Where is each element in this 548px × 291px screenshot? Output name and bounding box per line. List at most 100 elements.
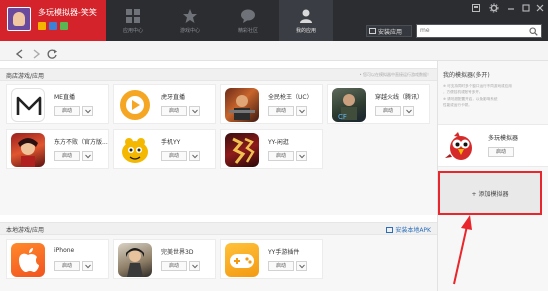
search-value: me: [420, 27, 430, 34]
app-card[interactable]: 东方不败（官方版... 启动: [6, 129, 109, 169]
more-options-dropdown[interactable]: [82, 151, 93, 161]
perfect-world-icon: [118, 243, 152, 277]
start-button[interactable]: 启动: [161, 151, 187, 161]
phone-badge-icon: [60, 22, 68, 30]
chevron-down-icon: [299, 154, 305, 159]
start-button[interactable]: 启动: [54, 261, 80, 271]
app-name: 虎牙直播: [161, 94, 186, 101]
app-card[interactable]: iPhone 启动: [6, 239, 109, 279]
user-brand-area[interactable]: 多玩模拟器-笑笑: [0, 0, 106, 41]
more-options-dropdown[interactable]: [189, 106, 200, 116]
level-badge-icon: [49, 22, 57, 30]
app-title: 多玩模拟器-笑笑: [38, 8, 97, 17]
panel-note: ，方便挂机或账号多开。: [443, 90, 483, 94]
emulator-start-button[interactable]: 启动: [488, 147, 514, 157]
tab-label: 我的应用: [295, 28, 316, 34]
app-card[interactable]: 手机YY 启动: [113, 129, 216, 169]
yy-xianguang-icon: [225, 133, 259, 167]
more-options-dropdown[interactable]: [296, 261, 307, 271]
emulator-window: 多玩模拟器-笑笑 应用中心 游戏中心 精彩社区 我的应用 安装应用 me 商店游…: [0, 0, 548, 291]
app-name: 东方不败（官方版...: [54, 139, 108, 146]
more-options-dropdown[interactable]: [403, 106, 414, 116]
tab-label: 应用中心: [122, 28, 143, 34]
monitor-icon: [369, 28, 376, 34]
chevron-down-icon: [192, 264, 198, 269]
tab-community[interactable]: 精彩社区: [221, 0, 275, 41]
install-app-label: 安装应用: [378, 28, 403, 36]
start-button[interactable]: 启动: [161, 261, 187, 271]
start-button[interactable]: 启动: [375, 106, 401, 116]
app-card[interactable]: ME直播 启动: [6, 84, 109, 124]
start-button[interactable]: 启动: [54, 106, 80, 116]
chevron-down-icon: [192, 109, 198, 114]
refresh-icon[interactable]: [46, 45, 58, 59]
mobile-yy-icon: [118, 133, 152, 167]
start-button[interactable]: 启动: [268, 261, 294, 271]
more-options-dropdown[interactable]: [296, 106, 307, 116]
more-options-dropdown[interactable]: [296, 151, 307, 161]
dongfang-bubai-icon: [11, 133, 45, 167]
tab-label: 精彩社区: [237, 28, 258, 34]
huya-live-icon: [118, 88, 152, 122]
back-arrow-icon[interactable]: [14, 45, 26, 59]
app-card[interactable]: 全民枪王（UC） 启动: [220, 84, 323, 124]
more-options-dropdown[interactable]: [189, 261, 200, 271]
tab-my-apps[interactable]: 我的应用: [279, 0, 333, 41]
app-name: iPhone: [54, 247, 75, 254]
yy-game-plugin-icon: [225, 243, 259, 277]
more-options-dropdown[interactable]: [82, 106, 93, 116]
chevron-down-icon: [85, 109, 91, 114]
store-section-header: 商店游戏/应用 • 您可以在模拟器中直接运行游戏数据！: [0, 68, 437, 81]
emulator-card[interactable]: 多玩模拟器 启动: [438, 124, 548, 167]
local-section-title: 本地游戏/应用: [6, 227, 45, 234]
panel-note: 性能或运行卡顿。: [443, 103, 472, 107]
store-section-hint: • 您可以在模拟器中直接运行游戏数据！: [359, 72, 431, 77]
start-button[interactable]: 启动: [54, 151, 80, 161]
app-card[interactable]: CF 穿越火线（腾讯） 启动: [327, 84, 430, 124]
user-badges: [38, 22, 68, 30]
app-name: 全民枪王（UC）: [268, 94, 313, 101]
settings-icon[interactable]: [489, 3, 499, 13]
forward-arrow-icon[interactable]: [30, 45, 42, 59]
app-card[interactable]: 完美世界3D 启动: [113, 239, 216, 279]
app-card[interactable]: 虎牙直播 启动: [113, 84, 216, 124]
app-name: YY-闲逛: [268, 139, 289, 146]
install-app-button[interactable]: 安装应用: [366, 25, 412, 37]
tab-app-center[interactable]: 应用中心: [106, 0, 160, 41]
svg-text:CF: CF: [338, 113, 347, 121]
search-input[interactable]: me: [416, 24, 542, 38]
app-name: 完美世界3D: [161, 249, 194, 256]
apk-install-icon: [386, 226, 394, 233]
tab-label: 游戏中心: [179, 28, 200, 34]
maximize-icon[interactable]: [521, 3, 531, 13]
iphone-app-icon: [11, 243, 45, 277]
install-local-apk-link[interactable]: 安装本地APK: [386, 225, 431, 234]
app-card[interactable]: YY手游插件 启动: [220, 239, 323, 279]
start-button[interactable]: 启动: [268, 106, 294, 116]
chat-bubble-icon: [241, 9, 255, 23]
chevron-down-icon: [299, 264, 305, 269]
minimize-icon[interactable]: [506, 3, 516, 13]
app-grid-icon: [126, 9, 140, 23]
search-icon[interactable]: [529, 27, 538, 36]
skin-icon[interactable]: [471, 3, 481, 13]
start-button[interactable]: 启动: [161, 106, 187, 116]
gun-king-icon: [225, 88, 259, 122]
add-emulator-label: + 添加模拟器: [471, 190, 509, 198]
star-icon: [183, 9, 197, 23]
crossfire-icon: CF: [332, 88, 366, 122]
chevron-down-icon: [192, 154, 198, 159]
emulator-name: 多玩模拟器: [488, 135, 519, 142]
title-bar: 多玩模拟器-笑笑 应用中心 游戏中心 精彩社区 我的应用 安装应用 me: [0, 0, 548, 41]
local-section-header: 本地游戏/应用 安装本地APK: [0, 222, 437, 235]
tab-game-center[interactable]: 游戏中心: [163, 0, 217, 41]
close-icon[interactable]: [535, 3, 545, 13]
start-button[interactable]: 启动: [268, 151, 294, 161]
nav-toolbar: [0, 41, 548, 61]
annotation-arrow-icon: [453, 215, 472, 285]
more-options-dropdown[interactable]: [189, 151, 200, 161]
chevron-down-icon: [299, 109, 305, 114]
avatar[interactable]: [7, 7, 31, 31]
more-options-dropdown[interactable]: [82, 261, 93, 271]
app-card[interactable]: YY-闲逛 启动: [220, 129, 323, 169]
